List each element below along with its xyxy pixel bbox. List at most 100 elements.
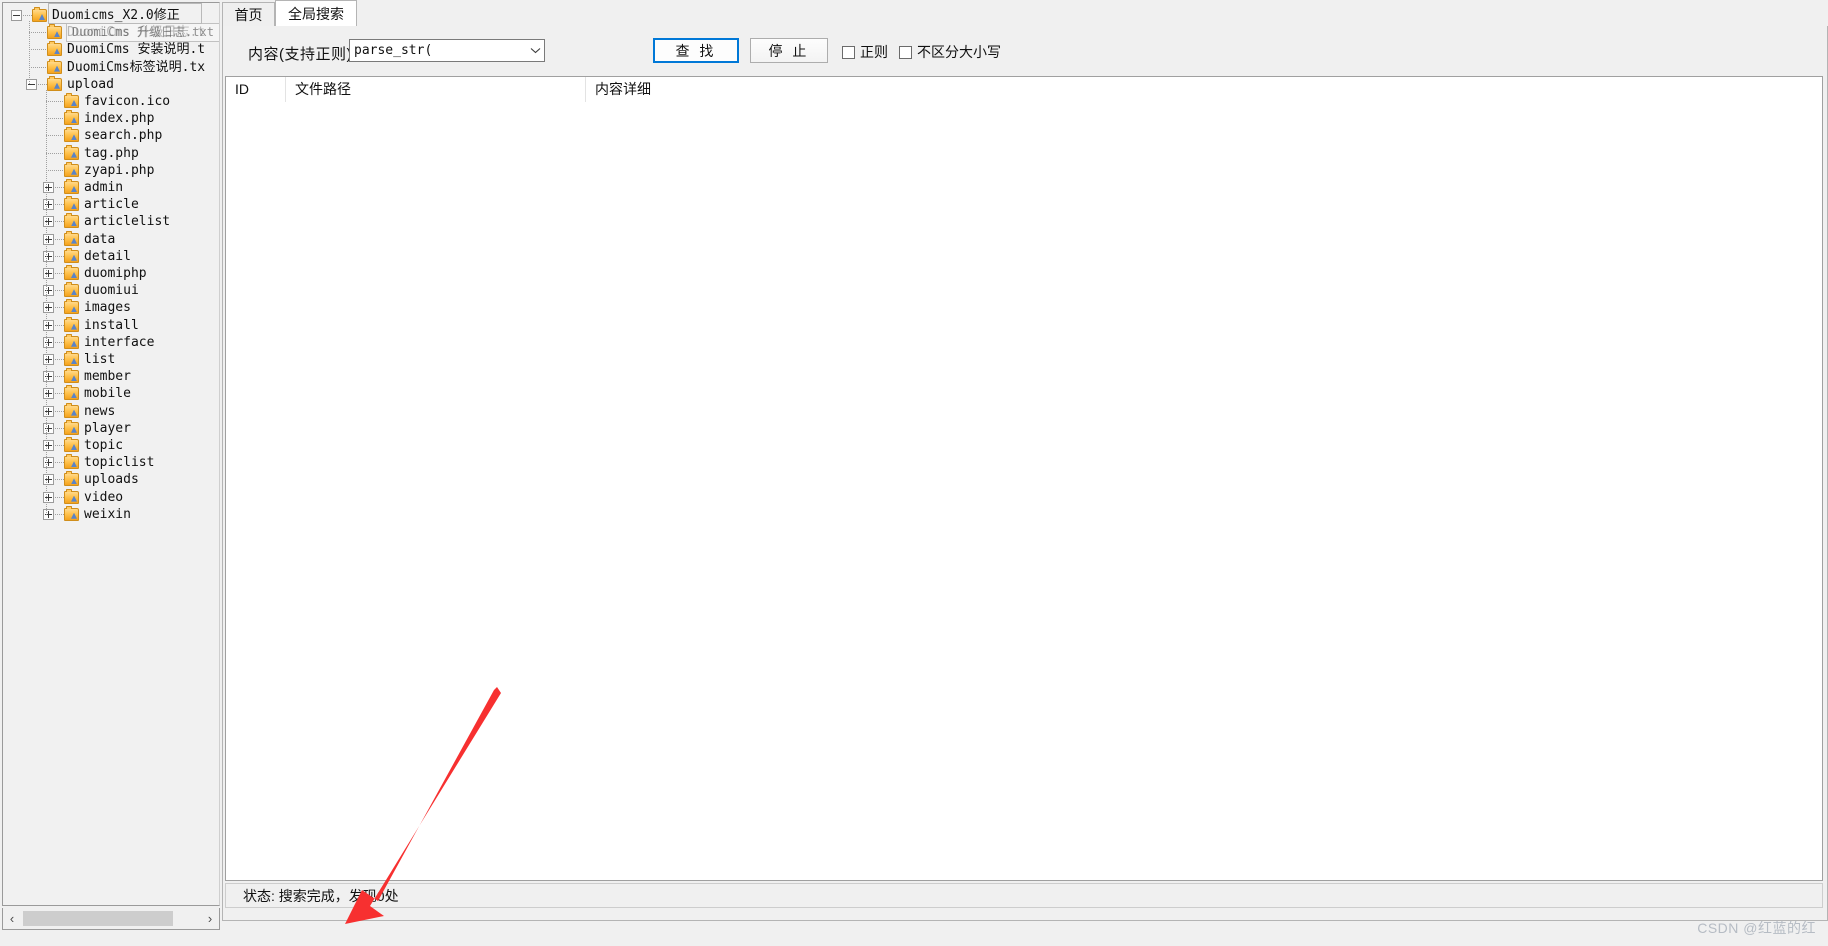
expand-icon[interactable] [43, 422, 54, 434]
tree-item[interactable]: topiclist [3, 453, 219, 472]
search-combobox[interactable] [349, 39, 545, 62]
tree-connector [46, 169, 64, 171]
stop-button[interactable]: 停 止 [750, 38, 828, 63]
expand-icon[interactable] [43, 491, 54, 503]
tree-connector [29, 49, 47, 51]
tree-item[interactable]: topic [3, 436, 219, 455]
scroll-track[interactable] [21, 908, 201, 929]
ignore-case-checkbox[interactable]: 不区分大小写 [899, 42, 1001, 62]
main-area: 首页 全局搜索 内容(支持正则): 查 找 停 止 正则 [222, 0, 1828, 946]
tree-item[interactable]: zyapi.php [3, 161, 219, 180]
tree-item[interactable]: uploads [3, 470, 219, 489]
search-input[interactable] [350, 40, 527, 61]
tree-connector [46, 101, 64, 102]
tree-item[interactable]: admin [3, 178, 219, 197]
results-header[interactable]: ID 文件路径 内容详细 [226, 77, 1822, 103]
tree-item[interactable]: DuomiCms标签说明.tx [3, 58, 219, 77]
tree-item[interactable]: list [3, 350, 219, 369]
folder-icon [64, 454, 79, 470]
collapse-icon[interactable] [26, 78, 37, 90]
expand-icon[interactable] [43, 268, 54, 279]
tree-item-label: images [84, 300, 131, 316]
expand-icon[interactable] [43, 319, 54, 331]
expand-icon[interactable] [43, 388, 54, 400]
tree-item[interactable]: video [3, 488, 219, 507]
results-column-header[interactable]: ID [226, 77, 286, 102]
scroll-thumb[interactable] [23, 910, 173, 926]
tab-home[interactable]: 首页 [222, 2, 275, 27]
chevron-down-icon[interactable] [527, 40, 544, 61]
tree-item-label: search.php [84, 128, 163, 144]
expand-icon[interactable] [43, 371, 54, 383]
expand-icon[interactable] [43, 285, 54, 297]
tree-item[interactable]: news [3, 402, 219, 421]
search-panel: 内容(支持正则): 查 找 停 止 正则 不区分大小写 [222, 26, 1828, 921]
tree-connector [55, 410, 64, 412]
tree-item[interactable]: weixin [3, 505, 219, 524]
tree-connector [29, 21, 30, 85]
results-body[interactable] [226, 102, 1822, 880]
tree-item[interactable]: upload [3, 75, 219, 94]
tree-item[interactable]: install [3, 316, 219, 335]
expand-icon[interactable] [43, 457, 54, 469]
tree-item[interactable]: favicon.ico [3, 92, 219, 111]
expand-icon[interactable] [43, 508, 54, 520]
tree-connector [38, 83, 47, 85]
tree-item[interactable]: duomiphp [3, 264, 219, 283]
results-column-header[interactable]: 内容详细 [586, 77, 1822, 102]
checkbox-box[interactable] [899, 45, 912, 59]
tab-global-search[interactable]: 全局搜索 [275, 0, 357, 27]
folder-icon [47, 58, 62, 74]
tree-item[interactable]: data [3, 230, 219, 249]
folder-icon [64, 213, 79, 229]
tree-horizontal-scrollbar[interactable]: ‹ › [2, 908, 220, 930]
tree-item-label: duomiphp [84, 266, 147, 281]
folder-icon [64, 368, 79, 384]
expand-icon[interactable] [43, 250, 54, 262]
search-toolbar: 内容(支持正则): 查 找 停 止 正则 不区分大小写 [223, 26, 1827, 78]
tree-item[interactable]: index.php [3, 109, 219, 128]
tree-item-label: DuomiCms标签说明.tx [67, 59, 206, 75]
regex-checkbox-label: 正则 [860, 44, 888, 60]
tree-item[interactable]: mobile [3, 384, 219, 403]
checkbox-box[interactable] [842, 45, 855, 59]
tree-connector [55, 273, 64, 274]
tree-item[interactable]: interface [3, 333, 219, 352]
expand-icon[interactable] [43, 182, 54, 193]
tree-item[interactable]: detail [3, 247, 219, 266]
results-column-header[interactable]: 文件路径 [286, 77, 586, 102]
tree-connector [46, 89, 47, 515]
expand-icon[interactable] [43, 405, 54, 417]
tree-item[interactable]: DuomiCms 安装说明.t [3, 40, 219, 59]
tree-item-label: uploads [84, 472, 139, 488]
results-list[interactable]: ID 文件路径 内容详细 [225, 76, 1823, 881]
tree-item[interactable]: images [3, 298, 219, 317]
tree-selection-outline [48, 3, 202, 24]
file-tree[interactable]: Duomicms_X2.0修正DuomiCms 升级日志.tDuomiCms 安… [2, 2, 220, 906]
tree-item-label: duomiui [84, 283, 139, 299]
find-button[interactable]: 查 找 [653, 38, 739, 63]
expand-icon[interactable] [43, 216, 54, 228]
tree-item[interactable]: member [3, 367, 219, 386]
expand-icon[interactable] [43, 302, 54, 314]
regex-checkbox[interactable]: 正则 [842, 42, 888, 62]
scroll-right-icon[interactable]: › [201, 908, 219, 929]
tree-item[interactable]: article [3, 195, 219, 214]
tree-item[interactable]: tag.php [3, 144, 219, 163]
expand-icon[interactable] [43, 233, 54, 245]
folder-icon [64, 299, 79, 315]
tree-item[interactable]: player [3, 419, 219, 438]
expand-icon[interactable] [43, 336, 54, 348]
tree-item[interactable]: search.php [3, 126, 219, 145]
tree-item-label: article [84, 197, 139, 213]
tree-item[interactable]: articlelist [3, 212, 219, 231]
collapse-icon[interactable] [11, 10, 22, 21]
expand-icon[interactable] [43, 199, 54, 211]
scroll-left-icon[interactable]: ‹ [3, 908, 21, 929]
expand-icon[interactable] [43, 440, 54, 451]
tree-item-label: admin [84, 180, 124, 195]
tree-item[interactable]: duomiui [3, 281, 219, 300]
tree-item-label: DuomiCms 安装说明.t [67, 42, 206, 58]
expand-icon[interactable] [43, 474, 54, 486]
expand-icon[interactable] [43, 354, 54, 365]
